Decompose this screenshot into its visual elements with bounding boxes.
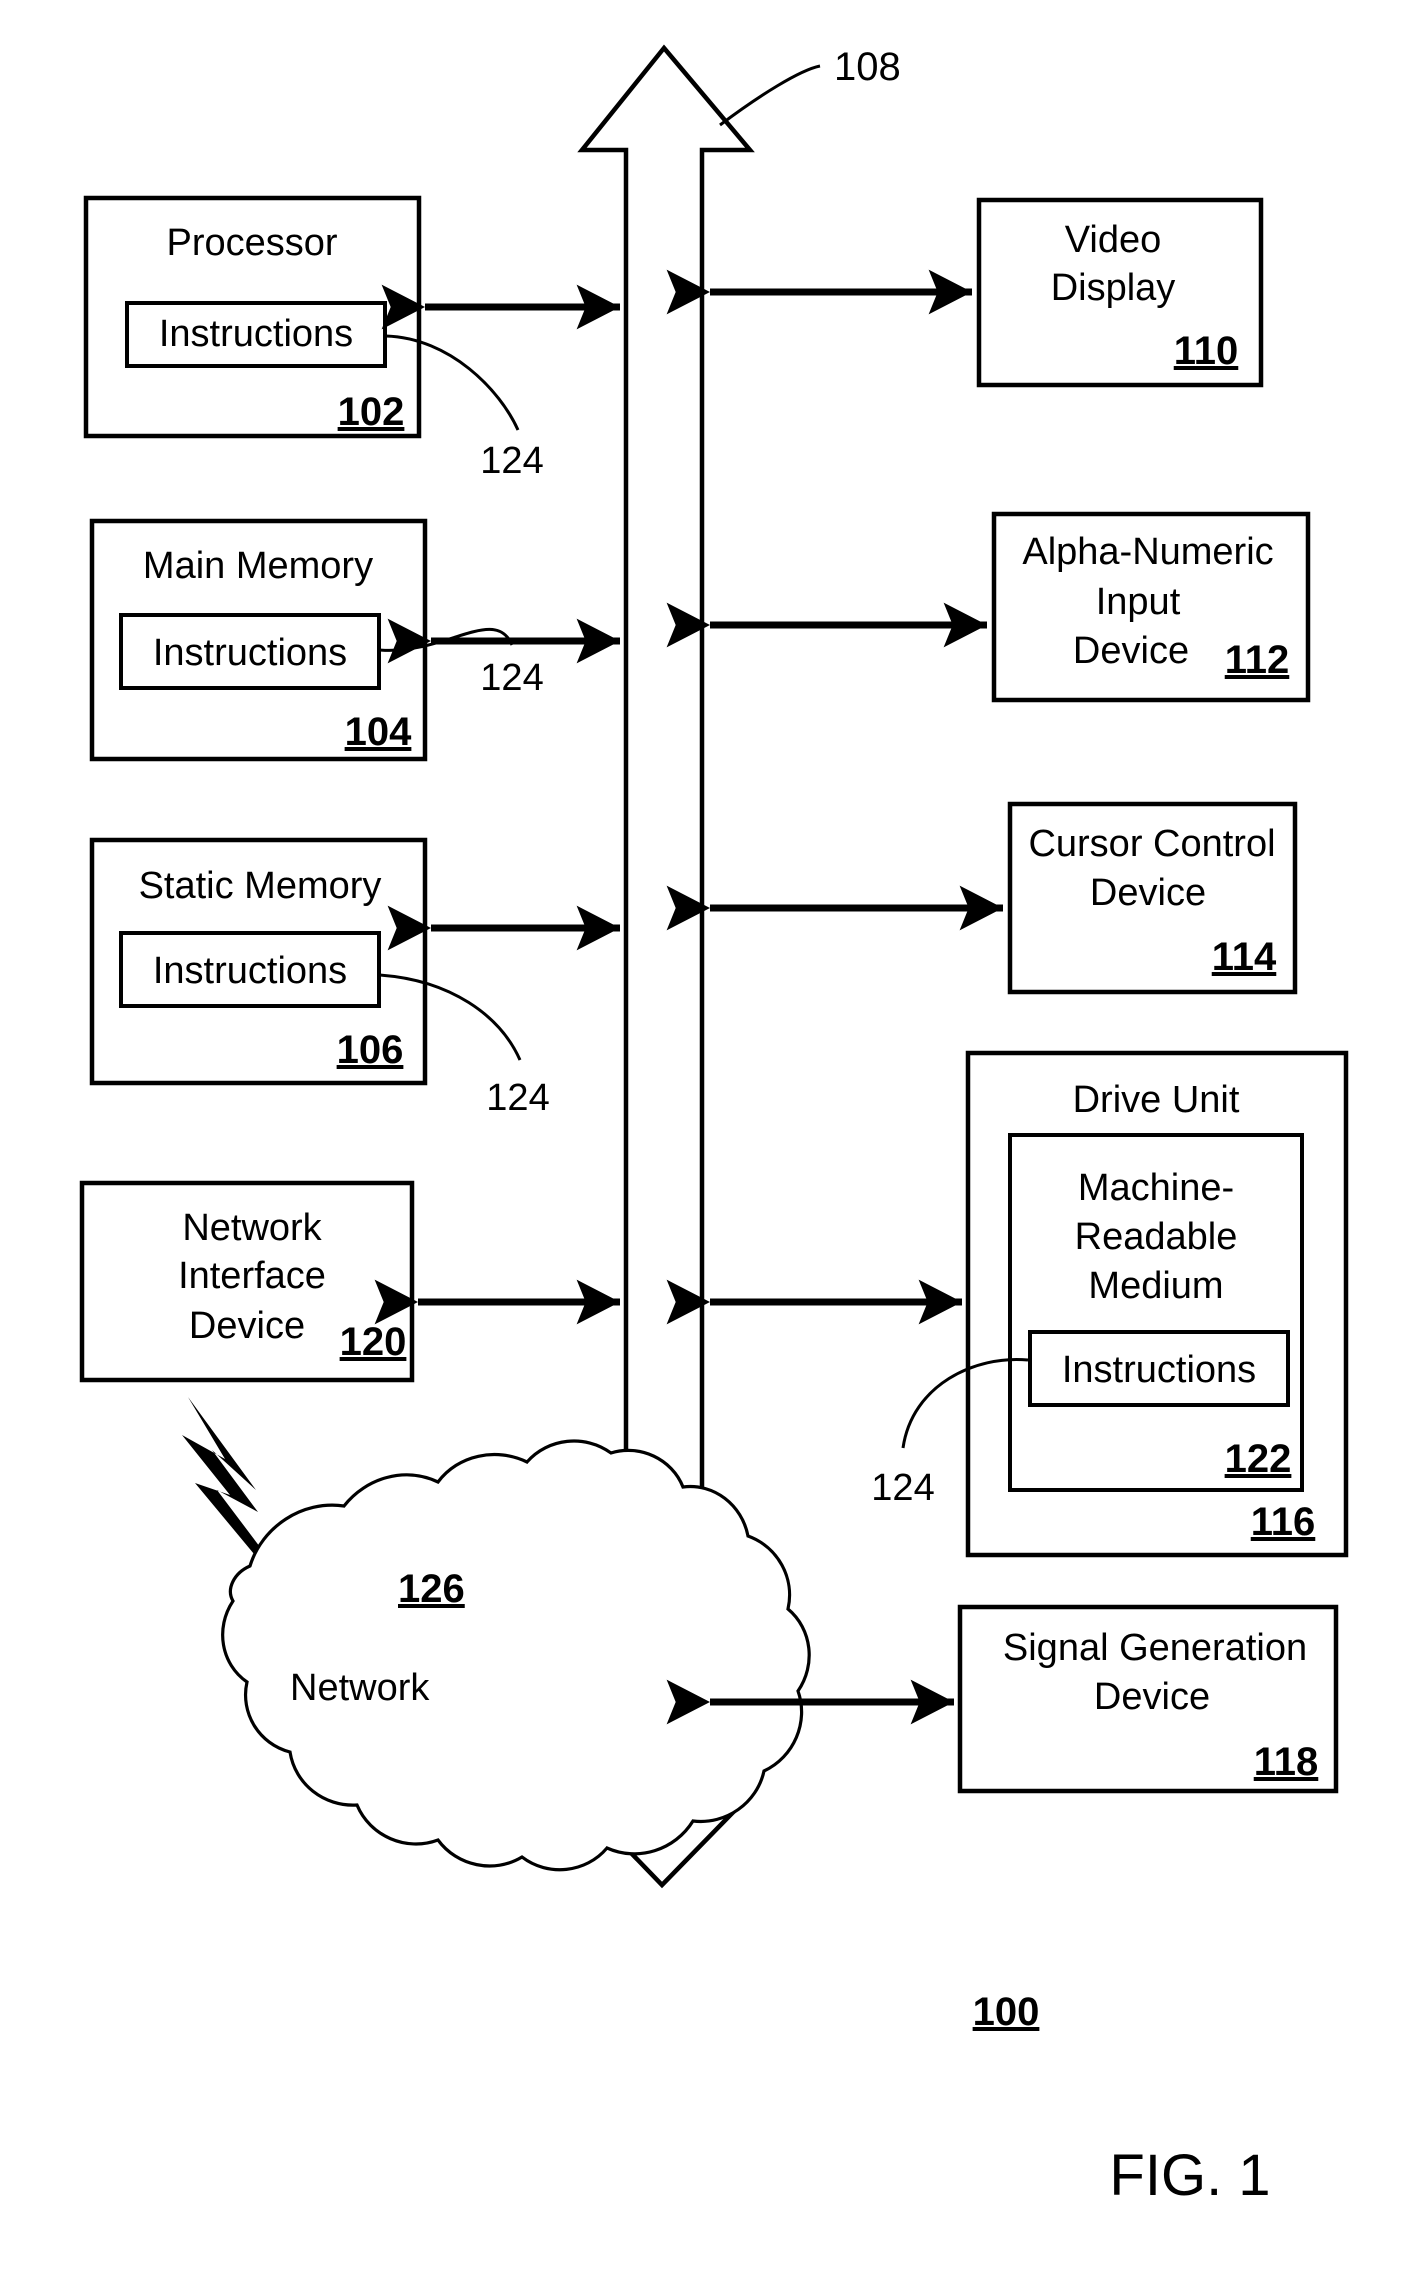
bus-leader-line (719, 64, 821, 127)
video-display-label-line1: Video (1065, 219, 1162, 261)
processor-ref-label: 102 (338, 390, 405, 434)
figure-title: FIG. 1 (1109, 2143, 1270, 2208)
video-display-label-line2: Display (1051, 267, 1176, 309)
main-memory-label: Main Memory (143, 545, 373, 587)
static-memory-instructions-ref-label: 124 (486, 1077, 549, 1119)
cursor-control-device-ref-label: 114 (1212, 935, 1277, 979)
video-display-ref-label: 110 (1174, 329, 1239, 373)
alpha-numeric-input-device-label-line1: Alpha-Numeric (1022, 531, 1273, 573)
machine-readable-medium-label-line2: Readable (1075, 1216, 1238, 1258)
static-memory-label: Static Memory (139, 865, 382, 907)
network-label: Network (290, 1667, 430, 1709)
drive-unit-ref-label: 116 (1251, 1500, 1316, 1544)
signal-generation-device-ref-label: 118 (1254, 1740, 1319, 1784)
alpha-numeric-input-device-ref-label: 112 (1225, 638, 1290, 682)
main-memory-instructions-label: Instructions (153, 632, 347, 674)
system-ref-label: 100 (973, 1990, 1040, 2034)
network-interface-device-label-line2: Interface (178, 1255, 326, 1297)
wireless-link-bolt (182, 1397, 263, 1554)
alpha-numeric-input-device-label-line2: Input (1096, 581, 1181, 623)
machine-readable-medium-ref-label: 122 (1225, 1437, 1292, 1481)
network-ref-label: 126 (398, 1567, 465, 1611)
network-cloud-shape[interactable] (221, 1439, 811, 1872)
network-interface-device-ref-label: 120 (340, 1320, 407, 1364)
figure-canvas: 108 Processor Instructions 102 124 Main … (79, 44, 1349, 2208)
drive-unit-label: Drive Unit (1073, 1079, 1240, 1121)
network-interface-device-label-line1: Network (182, 1207, 322, 1249)
static-memory-ref-label: 106 (337, 1028, 404, 1072)
processor-instructions-leader (385, 334, 520, 431)
machine-readable-medium-label-line3: Medium (1088, 1265, 1223, 1307)
processor-label: Processor (166, 222, 337, 264)
medium-instructions-label: Instructions (1062, 1349, 1256, 1391)
medium-instructions-ref-label: 124 (871, 1467, 934, 1509)
static-memory-instructions-label: Instructions (153, 950, 347, 992)
signal-generation-device-label-line2: Device (1094, 1676, 1210, 1718)
network-interface-device-label-line3: Device (189, 1305, 305, 1347)
signal-generation-device-label-line1: Signal Generation (1003, 1627, 1307, 1669)
cursor-control-device-label-line1: Cursor Control (1028, 823, 1275, 865)
patent-figure-page: 108 Processor Instructions 102 124 Main … (0, 0, 1415, 2272)
main-memory-instructions-ref-label: 124 (480, 657, 543, 699)
machine-readable-medium-label-line1: Machine- (1078, 1167, 1234, 1209)
alpha-numeric-input-device-label-line3: Device (1073, 630, 1189, 672)
main-memory-ref-label: 104 (345, 710, 412, 754)
bus-ref-label: 108 (834, 45, 901, 89)
processor-instructions-ref-label: 124 (480, 440, 543, 482)
processor-instructions-label: Instructions (159, 313, 353, 355)
cursor-control-device-label-line2: Device (1090, 872, 1206, 914)
